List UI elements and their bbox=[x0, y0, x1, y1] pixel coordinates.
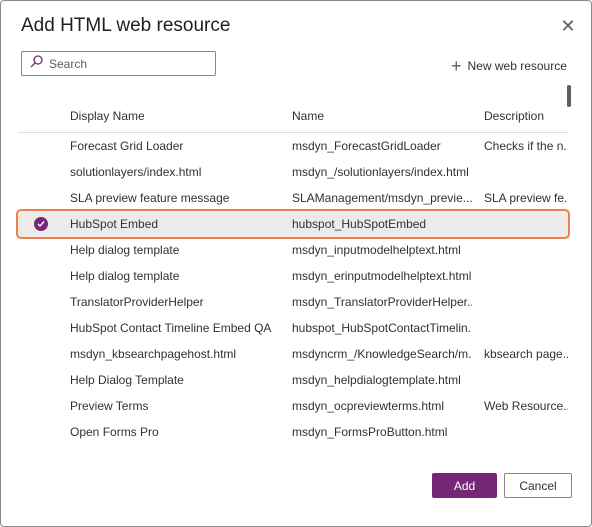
cell-description: Web Resource... bbox=[484, 399, 568, 413]
add-button[interactable]: Add bbox=[432, 473, 497, 498]
column-header-description[interactable]: Description bbox=[484, 109, 568, 123]
table-row[interactable]: Help dialog template msdyn_inputmodelhelp… bbox=[18, 237, 568, 263]
table-row[interactable]: Help dialog template msdyn_erinputmodelhe… bbox=[18, 263, 568, 289]
table-row[interactable]: TranslatorProviderHelper msdyn_Translator… bbox=[18, 289, 568, 315]
cell-name: msdyn_helpdialogtemplate.html bbox=[292, 373, 461, 387]
table-row[interactable]: solutionlayers/index.html msdyn_/solution… bbox=[18, 159, 568, 185]
cell-display-name: Forecast Grid Loader bbox=[70, 139, 184, 153]
table-row[interactable]: msdyn_kbsearchpagehost.html msdyncrm_/Kno… bbox=[18, 341, 568, 367]
cell-display-name: Help Dialog Template bbox=[70, 373, 184, 387]
web-resource-table: Display Name Name Description Forecast G… bbox=[16, 101, 570, 445]
cell-name: msdyn_ocpreviewterms.html bbox=[292, 399, 445, 413]
dialog-title: Add HTML web resource bbox=[21, 15, 231, 36]
cell-name: msdyn_erinputmodelhelptext.html bbox=[292, 269, 472, 283]
cell-name: hubspot_HubSpotContactTimelin... bbox=[292, 321, 472, 335]
cell-name: msdyn_ForecastGridLoader bbox=[292, 139, 441, 153]
new-web-resource-button[interactable]: + New web resource bbox=[451, 56, 567, 76]
cell-display-name: SLA preview feature message bbox=[70, 191, 230, 205]
search-box[interactable] bbox=[21, 51, 216, 76]
table-row[interactable]: SLA preview feature message SLAManagement… bbox=[18, 185, 568, 211]
column-header-name[interactable]: Name bbox=[292, 109, 472, 123]
cell-display-name: HubSpot Contact Timeline Embed QA bbox=[70, 321, 272, 335]
cell-name: msdyn_inputmodelhelptext.html bbox=[292, 243, 461, 257]
cancel-button[interactable]: Cancel bbox=[504, 473, 572, 498]
cell-display-name: HubSpot Embed bbox=[70, 217, 159, 231]
cell-description: SLA preview fe... bbox=[484, 191, 568, 205]
table-body: Forecast Grid Loader msdyn_ForecastGridLo… bbox=[16, 133, 570, 445]
cell-display-name: TranslatorProviderHelper bbox=[70, 295, 204, 309]
cell-display-name: Open Forms Pro bbox=[70, 425, 159, 439]
cell-name: hubspot_HubSpotEmbed bbox=[292, 217, 427, 231]
table-header: Display Name Name Description bbox=[18, 101, 568, 133]
close-icon[interactable]: ✕ bbox=[557, 15, 579, 37]
table-row[interactable]: Preview Terms msdyn_ocpreviewterms.html We… bbox=[18, 393, 568, 419]
add-web-resource-dialog: Add HTML web resource ✕ + New web resour… bbox=[0, 0, 592, 527]
cell-description: Checks if the n... bbox=[484, 139, 568, 153]
plus-icon: + bbox=[451, 56, 462, 76]
cell-description: kbsearch page... bbox=[484, 347, 568, 361]
table-row[interactable]: Help Dialog Template msdyn_helpdialogtemp… bbox=[18, 367, 568, 393]
table-row[interactable]: HubSpot Embed hubspot_HubSpotEmbed bbox=[16, 209, 570, 239]
cell-display-name: solutionlayers/index.html bbox=[70, 165, 202, 179]
cell-name: SLAManagement/msdyn_previe... bbox=[292, 191, 472, 205]
cell-name: msdyn_TranslatorProviderHelper... bbox=[292, 295, 472, 309]
table-row[interactable]: HubSpot Contact Timeline Embed QA hubspot… bbox=[18, 315, 568, 341]
cell-display-name: Preview Terms bbox=[70, 399, 149, 413]
cell-name: msdyn_FormsProButton.html bbox=[292, 425, 448, 439]
search-input[interactable] bbox=[49, 56, 199, 71]
cell-name: msdyn_/solutionlayers/index.html bbox=[292, 165, 469, 179]
cell-display-name: Help dialog template bbox=[70, 243, 180, 257]
cell-display-name: msdyn_kbsearchpagehost.html bbox=[70, 347, 237, 361]
table-row[interactable]: Open Forms Pro msdyn_FormsProButton.html bbox=[18, 419, 568, 445]
search-icon bbox=[30, 54, 43, 73]
cell-display-name: Help dialog template bbox=[70, 269, 180, 283]
table-row[interactable]: Forecast Grid Loader msdyn_ForecastGridLo… bbox=[18, 133, 568, 159]
new-web-resource-label: New web resource bbox=[467, 59, 567, 73]
checkmark-circle-icon bbox=[34, 217, 48, 231]
column-header-display-name[interactable]: Display Name bbox=[70, 109, 285, 123]
cell-name: msdyncrm_/KnowledgeSearch/m... bbox=[292, 347, 472, 361]
